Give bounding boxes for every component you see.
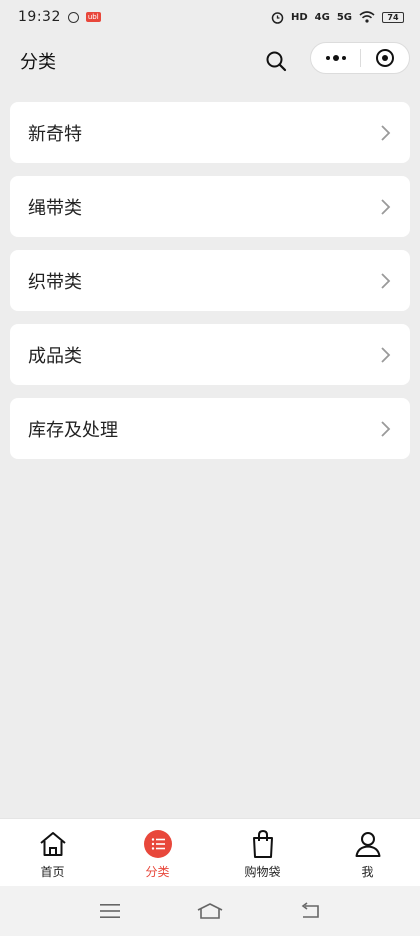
category-label: 成品类	[28, 345, 82, 367]
person-icon	[355, 832, 380, 857]
shopping-bag-icon	[252, 829, 273, 858]
tab-label: 我	[361, 865, 374, 879]
category-item[interactable]: 织带类	[10, 250, 410, 311]
signal-4g-icon: 4G	[314, 11, 330, 23]
hd-icon: HD	[290, 11, 308, 23]
tab-me[interactable]: 我	[315, 819, 420, 886]
chevron-right-icon	[381, 124, 391, 141]
home-button[interactable]	[196, 900, 224, 922]
target-icon	[375, 49, 394, 67]
status-right: HD 4G 5G 74	[271, 11, 404, 24]
category-item[interactable]: 绳带类	[10, 176, 410, 237]
tab-label: 首页	[40, 865, 65, 879]
tab-category[interactable]: 分类	[105, 819, 210, 886]
category-list: 新奇特 绳带类 织带类 成品类 库存及处理	[10, 102, 410, 472]
chevron-right-icon	[381, 346, 391, 363]
menu-icon	[100, 904, 120, 918]
back-icon	[301, 902, 319, 918]
category-item[interactable]: 成品类	[10, 324, 410, 385]
more-dot-icon	[341, 56, 346, 60]
wifi-icon	[359, 11, 375, 23]
category-label: 绳带类	[28, 197, 82, 219]
search-icon[interactable]	[264, 49, 288, 73]
category-item[interactable]: 新奇特	[10, 102, 410, 163]
battery-icon: 74	[382, 11, 404, 23]
red-badge-icon: ubl	[85, 12, 101, 22]
tab-label: 购物袋	[244, 865, 281, 879]
app-notification-icon	[67, 11, 79, 23]
chevron-right-icon	[381, 272, 391, 289]
home-icon	[39, 832, 66, 856]
status-left: 19:32 ubl	[18, 9, 101, 25]
alarm-icon	[271, 11, 284, 24]
page-title: 分类	[20, 52, 56, 73]
close-mini-program-button[interactable]	[361, 43, 409, 73]
category-label: 织带类	[28, 271, 82, 293]
system-home-icon	[197, 903, 223, 919]
signal-5g-icon: 5G	[336, 11, 352, 23]
chevron-right-icon	[381, 420, 391, 437]
status-time: 19:32	[18, 9, 61, 25]
tab-label: 分类	[145, 865, 170, 879]
tab-home[interactable]: 首页	[0, 819, 105, 886]
tab-shopping-bag[interactable]: 购物袋	[210, 819, 315, 886]
mini-program-capsule	[310, 42, 410, 74]
more-dot-icon	[325, 56, 330, 60]
category-label: 新奇特	[28, 123, 82, 145]
more-button[interactable]	[311, 43, 360, 73]
tab-bar: 首页 分类 购物袋 我	[0, 818, 420, 886]
more-dot-icon	[332, 55, 339, 61]
category-item[interactable]: 库存及处理	[10, 398, 410, 459]
status-bar: 19:32 ubl HD 4G 5G 74	[0, 0, 420, 34]
list-icon	[143, 830, 172, 858]
system-nav-bar	[0, 886, 420, 936]
menu-button[interactable]	[96, 900, 124, 922]
chevron-right-icon	[381, 198, 391, 215]
back-button[interactable]	[296, 900, 324, 922]
category-label: 库存及处理	[28, 419, 118, 441]
nav-bar: 分类	[0, 34, 420, 88]
